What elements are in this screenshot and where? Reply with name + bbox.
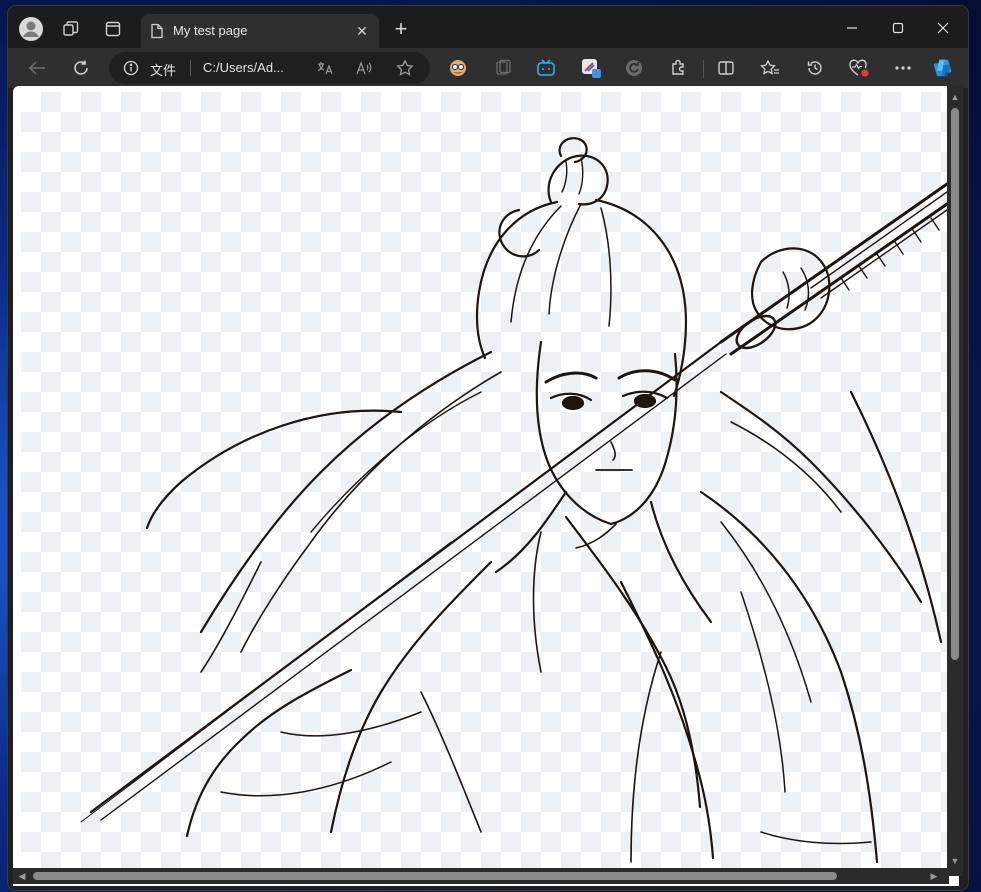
more-icon[interactable] — [892, 57, 914, 79]
toolbar-divider — [703, 60, 704, 78]
info-icon[interactable] — [123, 60, 139, 81]
plus-icon[interactable]: + — [390, 18, 412, 41]
circle-arrow-icon[interactable] — [623, 57, 645, 79]
favorites-icon[interactable] — [759, 57, 781, 79]
page-viewport — [13, 86, 959, 886]
scheme-label: 文件 — [150, 63, 177, 78]
maximize-icon[interactable] — [883, 16, 913, 40]
pen-extension-icon[interactable] — [580, 57, 602, 79]
extension-face-icon[interactable] — [447, 57, 469, 79]
scroll-down-icon[interactable]: ▼ — [950, 856, 960, 866]
heart-pulse-icon[interactable] — [848, 57, 870, 79]
read-aloud-icon[interactable] — [353, 58, 375, 78]
refresh-icon[interactable] — [66, 53, 96, 83]
workspaces-icon[interactable] — [56, 14, 86, 44]
translate-icon[interactable] — [314, 58, 336, 78]
extensions-icon[interactable] — [667, 57, 689, 79]
horizontal-scrollbar[interactable]: ◀ ▶ — [13, 868, 949, 884]
transparent-checkerboard-canvas — [21, 92, 947, 870]
close-icon[interactable]: ✕ — [351, 20, 373, 42]
window-close-icon[interactable] — [928, 16, 958, 40]
address-bar[interactable]: 文件 C:/Users/Ad... — [109, 52, 430, 84]
minimize-icon[interactable] — [837, 16, 867, 40]
back-arrow-icon[interactable] — [22, 53, 52, 83]
tab-bar: My test page ✕ + — [8, 6, 968, 48]
tab-active[interactable]: My test page ✕ — [141, 14, 379, 48]
tab-title: My test page — [173, 23, 248, 38]
vertical-scroll-thumb[interactable] — [951, 108, 959, 660]
swordsman-sketch-image — [80, 137, 947, 864]
toolbar: 文件 C:/Users/Ad... — [8, 48, 968, 88]
bilibili-tv-icon[interactable] — [535, 57, 557, 79]
horizontal-scroll-thumb[interactable] — [33, 872, 837, 880]
url-text[interactable]: C:/Users/Ad... — [203, 60, 284, 75]
copilot-icon[interactable] — [933, 57, 955, 79]
scroll-left-icon[interactable]: ◀ — [17, 871, 27, 881]
profile-icon[interactable] — [16, 14, 46, 44]
page-icon — [150, 23, 164, 44]
browser-window: My test page ✕ + 文件 C:/Users/Ad... ▲ ▼ ◀… — [8, 6, 968, 890]
split-screen-icon[interactable] — [715, 57, 737, 79]
scroll-up-icon[interactable]: ▲ — [950, 92, 960, 102]
address-divider — [190, 60, 191, 76]
vertical-scrollbar[interactable]: ▲ ▼ — [947, 86, 963, 876]
history-icon[interactable] — [804, 57, 826, 79]
tab-actions-icon[interactable] — [98, 14, 128, 44]
star-icon[interactable] — [394, 58, 416, 78]
scroll-right-icon[interactable]: ▶ — [929, 871, 939, 881]
collections-icon[interactable] — [492, 57, 514, 79]
